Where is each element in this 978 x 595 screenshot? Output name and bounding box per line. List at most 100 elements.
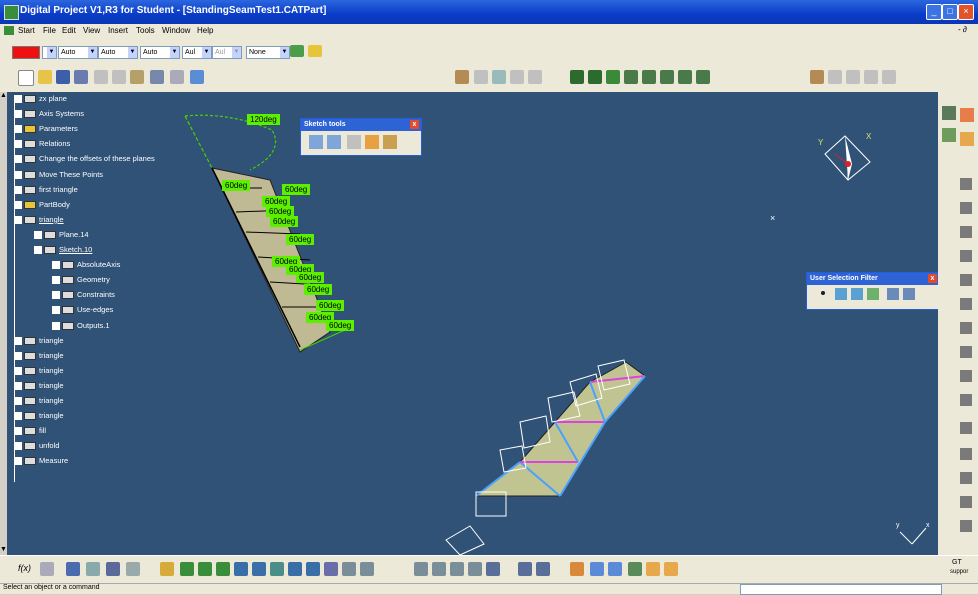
- rotate-icon[interactable]: [588, 70, 602, 84]
- update-icon[interactable]: [455, 70, 469, 84]
- knowledge-icon[interactable]: [66, 562, 80, 576]
- angle-label[interactable]: 60deg: [326, 320, 355, 331]
- cut-icon[interactable]: [94, 70, 108, 84]
- compass-tool-icon[interactable]: [696, 70, 710, 84]
- new-icon[interactable]: [18, 70, 34, 86]
- construction-icon[interactable]: [347, 135, 361, 149]
- linetype-combo[interactable]: Auto ▼: [98, 46, 138, 59]
- grid-icon[interactable]: [309, 135, 323, 149]
- tool-b23-icon[interactable]: [468, 562, 482, 576]
- hide-show-icon[interactable]: [342, 562, 356, 576]
- save-icon[interactable]: [56, 70, 70, 84]
- color-swatch[interactable]: [12, 46, 40, 59]
- menu-tools[interactable]: Tools: [136, 26, 155, 35]
- zoom-out-icon[interactable]: [252, 562, 266, 576]
- profile-icon[interactable]: [960, 132, 974, 146]
- angle-label[interactable]: 60deg: [296, 272, 325, 283]
- formula-icon[interactable]: f(x): [18, 563, 31, 573]
- tool-icon-5[interactable]: [528, 70, 542, 84]
- angle-label[interactable]: 60deg: [282, 184, 311, 195]
- rectangle-tool-icon[interactable]: [960, 202, 972, 214]
- compass-icon[interactable]: [824, 135, 871, 181]
- pan-icon[interactable]: [570, 70, 584, 84]
- volume-filter-icon[interactable]: [867, 288, 879, 300]
- feature-filter-icon[interactable]: [887, 288, 899, 300]
- color-dropdown[interactable]: ▼: [42, 46, 57, 59]
- catalog-icon[interactable]: [40, 562, 54, 576]
- surface-filter-icon[interactable]: [851, 288, 863, 300]
- fly-mode-icon[interactable]: [160, 562, 174, 576]
- tool-b21-icon[interactable]: [432, 562, 446, 576]
- line-tool-icon[interactable]: [960, 178, 972, 190]
- point-symbol-combo[interactable]: Aul ▼: [182, 46, 212, 59]
- selection-filter-close-button[interactable]: x: [928, 274, 937, 283]
- exit-workbench-icon[interactable]: [960, 108, 974, 122]
- tool-b30-icon[interactable]: [628, 562, 642, 576]
- spline-tool-icon[interactable]: [960, 250, 972, 262]
- trap-filter-icon[interactable]: [903, 288, 915, 300]
- angle-label[interactable]: 60deg: [270, 216, 299, 227]
- tool-b29-icon[interactable]: [608, 562, 622, 576]
- mirror-tool-icon[interactable]: [960, 346, 972, 358]
- zoom-in-icon[interactable]: [234, 562, 248, 576]
- menu-start[interactable]: Start: [18, 26, 35, 35]
- layer-combo[interactable]: Aul ▼: [212, 46, 242, 59]
- tool-b31-icon[interactable]: [646, 562, 660, 576]
- tool-b25-icon[interactable]: [518, 562, 532, 576]
- tool-icon-4[interactable]: [510, 70, 524, 84]
- none-combo[interactable]: None ▼: [246, 46, 290, 59]
- angle-label[interactable]: 60deg: [316, 300, 345, 311]
- command-input[interactable]: [740, 584, 942, 595]
- fit-all-in-icon[interactable]: [180, 562, 194, 576]
- thickness-combo[interactable]: Auto ▼: [140, 46, 180, 59]
- angle-label[interactable]: 60deg: [286, 234, 315, 245]
- menu-insert[interactable]: Insert: [108, 26, 128, 35]
- arc-tool-icon[interactable]: [960, 274, 972, 286]
- pan-view-icon[interactable]: [198, 562, 212, 576]
- point-filter-icon[interactable]: [821, 291, 825, 295]
- tool-icon-r3[interactable]: [846, 70, 860, 84]
- tool-b20-icon[interactable]: [414, 562, 428, 576]
- tool-icon-r5[interactable]: [882, 70, 896, 84]
- trim-tool-icon[interactable]: [960, 322, 972, 334]
- menu-view[interactable]: View: [83, 26, 100, 35]
- corner-tool-icon[interactable]: [960, 298, 972, 310]
- snap-icon[interactable]: [606, 70, 620, 84]
- undo-icon[interactable]: [150, 70, 164, 84]
- update-all-icon[interactable]: [810, 70, 824, 84]
- rotate-view-icon[interactable]: [216, 562, 230, 576]
- 3d-viewport[interactable]: ▲ ▼ zx plane Axis Systems Parameters Relati…: [0, 92, 938, 555]
- angle-label[interactable]: 60deg: [304, 284, 333, 295]
- tool-icon-r4[interactable]: [864, 70, 878, 84]
- tool-b24-icon[interactable]: [486, 562, 500, 576]
- sketcher-icon[interactable]: [942, 128, 956, 142]
- tool-b6-icon[interactable]: [126, 562, 140, 576]
- redo-icon[interactable]: [170, 70, 184, 84]
- tool-b22-icon[interactable]: [450, 562, 464, 576]
- tool-right-icon-2[interactable]: [960, 520, 972, 532]
- transparency-combo[interactable]: Auto ▼: [58, 46, 98, 59]
- sketch-tools-close-button[interactable]: x: [410, 120, 419, 129]
- copy-icon[interactable]: [112, 70, 126, 84]
- iso-view-icon[interactable]: [306, 562, 320, 576]
- minimize-button[interactable]: _: [926, 4, 942, 20]
- open-icon[interactable]: [38, 70, 52, 84]
- axis-tool-right-icon[interactable]: [960, 472, 972, 484]
- tool-b28-icon[interactable]: [590, 562, 604, 576]
- curve-filter-icon[interactable]: [835, 288, 847, 300]
- axis-tool-icon[interactable]: [678, 70, 692, 84]
- measure-tool-icon[interactable]: [660, 70, 674, 84]
- tool-b32-icon[interactable]: [664, 562, 678, 576]
- whats-this-icon[interactable]: [190, 70, 204, 84]
- tool-b27-icon[interactable]: [570, 562, 584, 576]
- tool-right-icon[interactable]: [960, 496, 972, 508]
- menu-window[interactable]: Window: [162, 26, 190, 35]
- unfolded-strip[interactable]: [445, 359, 646, 555]
- tool-b4-icon[interactable]: [86, 562, 100, 576]
- tool-icon-r2[interactable]: [828, 70, 842, 84]
- inner-window-controls[interactable]: - ∂: [958, 25, 967, 34]
- create-multiview-icon[interactable]: [288, 562, 302, 576]
- selection-filter-header[interactable]: User Selection Filter x: [807, 273, 938, 285]
- workbench-icon[interactable]: [942, 106, 956, 120]
- snap-to-point-icon[interactable]: [327, 135, 341, 149]
